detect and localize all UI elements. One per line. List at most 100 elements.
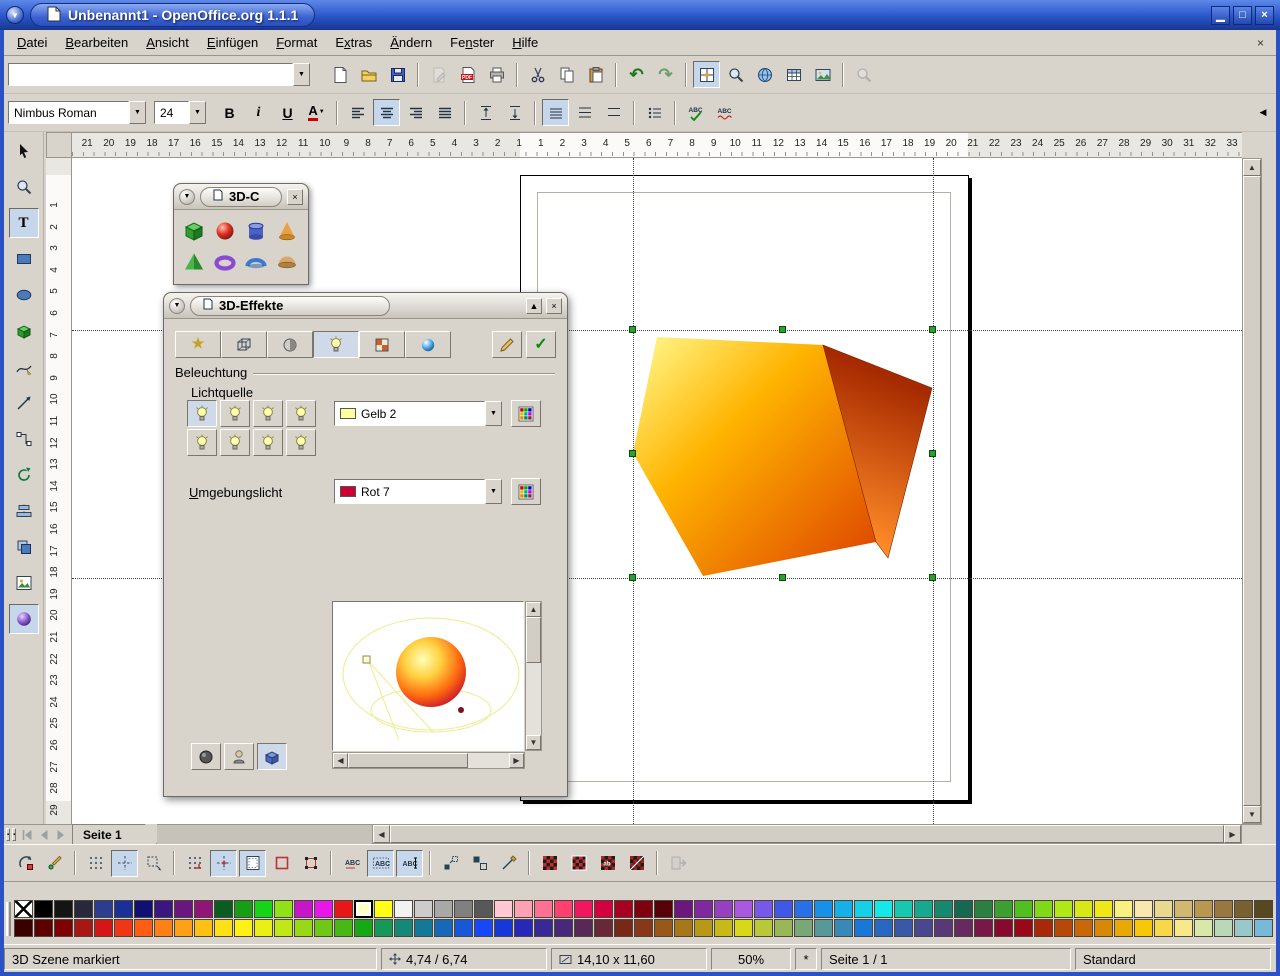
scrollbar-thumb[interactable] — [526, 617, 541, 663]
auto-spellcheck-button[interactable]: ABC — [711, 99, 738, 126]
color-swatch[interactable] — [1034, 900, 1053, 918]
redo-button[interactable]: ↷ — [652, 61, 679, 88]
color-swatch[interactable] — [974, 900, 993, 918]
light-position-marker[interactable] — [363, 656, 370, 663]
selection-handle[interactable] — [929, 450, 936, 457]
helplines-while-moving-button[interactable] — [140, 850, 167, 877]
color-swatch[interactable] — [634, 919, 653, 937]
show-snap-lines-button[interactable] — [111, 850, 138, 877]
spacing-up-button[interactable] — [472, 99, 499, 126]
color-swatch[interactable] — [714, 919, 733, 937]
color-swatch[interactable] — [1234, 900, 1253, 918]
color-swatch[interactable] — [1054, 919, 1073, 937]
color-swatch[interactable] — [34, 919, 53, 937]
color-swatch[interactable] — [294, 900, 313, 918]
minimize-button[interactable]: ▁ — [1211, 6, 1230, 25]
color-swatch[interactable] — [1254, 919, 1273, 937]
color-swatch[interactable] — [574, 919, 593, 937]
color-swatch[interactable] — [534, 900, 553, 918]
colorbar-grip[interactable] — [6, 902, 11, 936]
previous-page-button[interactable] — [35, 825, 52, 845]
quick-edit-button[interactable]: ABC — [338, 850, 365, 877]
scrollbar-thumb[interactable] — [390, 825, 1224, 843]
color-swatch[interactable] — [74, 919, 93, 937]
align-justify-button[interactable] — [431, 99, 458, 126]
color-swatch[interactable] — [1154, 919, 1173, 937]
rollup-button[interactable]: ▲ — [526, 298, 542, 314]
horizontal-scrollbar[interactable]: ◀ ▶ — [372, 824, 1242, 844]
cube-3d-button[interactable] — [178, 215, 209, 246]
vertical-ruler[interactable]: 1234567891011121314151617181920212223242… — [46, 158, 72, 824]
close-document-button[interactable]: × — [1249, 36, 1272, 50]
color-swatch[interactable] — [694, 919, 713, 937]
shell-3d-button[interactable] — [240, 246, 271, 277]
color-swatch[interactable] — [214, 900, 233, 918]
shading-button[interactable] — [267, 331, 313, 358]
print-button[interactable] — [483, 61, 510, 88]
light-source-4-button[interactable] — [286, 400, 316, 427]
export-pdf-button[interactable]: PDF — [454, 61, 481, 88]
color-swatch[interactable] — [914, 919, 933, 937]
objects-3d-button[interactable] — [9, 316, 39, 346]
color-swatch[interactable] — [774, 900, 793, 918]
color-swatch[interactable] — [474, 919, 493, 937]
favorites-button[interactable]: ★ — [175, 331, 221, 358]
menu-ansicht[interactable]: Ansicht — [137, 32, 198, 53]
ambient-color-dropdown-button[interactable]: ▼ — [485, 479, 502, 504]
color-swatch[interactable] — [54, 900, 73, 918]
color-swatch[interactable] — [434, 900, 453, 918]
table-button[interactable] — [780, 61, 807, 88]
copy-when-moving-button[interactable] — [466, 850, 493, 877]
vertical-scrollbar[interactable]: ▲ ▼ — [1242, 158, 1262, 824]
color-swatch[interactable] — [1154, 900, 1173, 918]
color-swatch[interactable] — [834, 919, 853, 937]
color-swatch[interactable] — [494, 919, 513, 937]
cube-3d-object[interactable] — [627, 328, 947, 588]
color-swatch[interactable] — [934, 919, 953, 937]
ambient-color-input[interactable]: Rot 7 — [334, 479, 485, 504]
color-swatch[interactable] — [1194, 900, 1213, 918]
hyperlink-button[interactable] — [751, 61, 778, 88]
color-swatch[interactable] — [1094, 919, 1113, 937]
light-color-dialog-button[interactable] — [511, 400, 541, 427]
close-button[interactable]: × — [1255, 6, 1274, 25]
snap-to-page-margins-button[interactable] — [239, 850, 266, 877]
color-swatch[interactable] — [1114, 919, 1133, 937]
color-swatch[interactable] — [1214, 900, 1233, 918]
textures-button[interactable] — [359, 331, 405, 358]
scroll-up-button[interactable]: ▲ — [526, 602, 541, 617]
color-swatch[interactable] — [794, 919, 813, 937]
color-swatch[interactable] — [854, 919, 873, 937]
color-swatch[interactable] — [54, 919, 73, 937]
color-swatch[interactable] — [714, 900, 733, 918]
color-swatch[interactable] — [614, 919, 633, 937]
color-swatch[interactable] — [274, 919, 293, 937]
ellipse-button[interactable] — [9, 280, 39, 310]
underline-button[interactable]: U — [274, 99, 301, 126]
line-placeholder-button[interactable] — [623, 850, 650, 877]
color-swatch[interactable] — [14, 919, 33, 937]
palette-menu-button[interactable]: ▼ — [179, 189, 195, 205]
color-swatch[interactable] — [674, 900, 693, 918]
color-swatch[interactable] — [1174, 900, 1193, 918]
align-center-button[interactable] — [373, 99, 400, 126]
color-swatch[interactable] — [474, 900, 493, 918]
color-swatch[interactable] — [1094, 900, 1113, 918]
show-grid-button[interactable] — [82, 850, 109, 877]
color-swatch[interactable] — [614, 900, 633, 918]
color-swatch[interactable] — [414, 919, 433, 937]
open-button[interactable] — [355, 61, 382, 88]
preview-lamp-button[interactable] — [224, 743, 254, 770]
color-swatch[interactable] — [494, 900, 513, 918]
scroll-down-button[interactable]: ▼ — [526, 735, 541, 750]
color-swatch[interactable] — [774, 919, 793, 937]
color-swatch[interactable] — [314, 900, 333, 918]
align-right-button[interactable] — [402, 99, 429, 126]
light-source-3-button[interactable] — [253, 400, 283, 427]
exit-all-groups-button[interactable] — [664, 850, 691, 877]
menu-fenster[interactable]: Fenster — [441, 32, 503, 53]
color-swatch[interactable] — [1254, 900, 1273, 918]
menu-format[interactable]: Format — [267, 32, 326, 53]
color-swatch[interactable] — [574, 900, 593, 918]
color-swatch[interactable] — [1114, 900, 1133, 918]
